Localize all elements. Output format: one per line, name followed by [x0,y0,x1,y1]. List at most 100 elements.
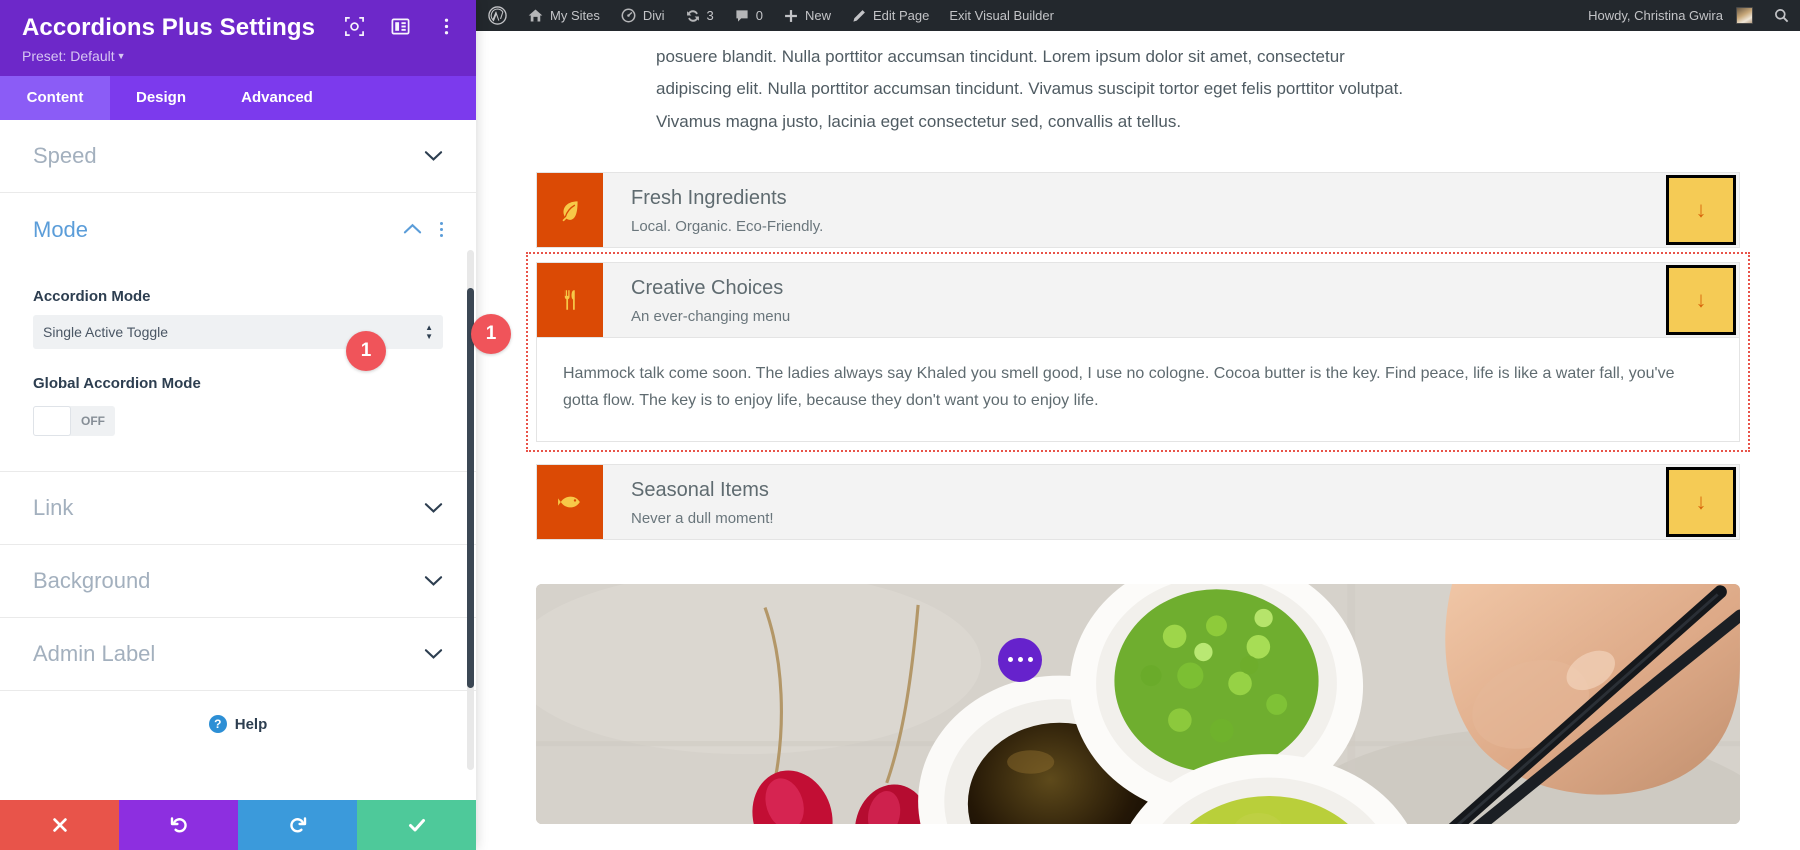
plus-icon [783,8,799,24]
adminbar-label-divi: Divi [642,8,665,23]
section-speed[interactable]: Speed [0,120,476,193]
section-admin-label[interactable]: Admin Label [0,618,476,691]
adminbar-item-new[interactable]: New [773,0,841,31]
toggle-state-label: OFF [81,414,105,428]
redo-button[interactable] [238,800,357,850]
search-icon [1773,7,1790,24]
panel-header: Accordions Plus Settings Preset: Default… [0,0,476,76]
global-accordion-mode-toggle[interactable]: OFF [33,406,115,436]
updates-icon [685,8,701,24]
accordion-header[interactable]: Seasonal Items Never a dull moment! ↓ [536,463,1740,540]
accordion-item-seasonal-items: Seasonal Items Never a dull moment! ↓ [536,463,1740,540]
section-link[interactable]: Link [0,472,476,545]
accordion-title: Seasonal Items [631,478,769,501]
adminbar-label-new: New [804,8,831,23]
chevron-down-icon [424,573,443,590]
more-options-icon[interactable] [998,637,1042,682]
accordion-header-texts: Seasonal Items Never a dull moment! [603,465,1666,539]
intro-line-1: posuere blandit. Nulla porttitor accumsa… [656,47,1345,66]
chevron-up-icon[interactable] [403,221,422,238]
layout-panel-icon[interactable] [390,16,412,38]
accordion-toggle-button[interactable]: ↓ [1666,174,1736,245]
section-admin-label-label: Admin Label [33,641,156,666]
tab-content[interactable]: Content [0,76,110,120]
accordion-item-fresh-ingredients: Fresh Ingredients Local. Organic. Eco-Fr… [536,171,1740,248]
adminbar-label-edit-page: Edit Page [873,8,930,23]
hero-image [536,583,1740,824]
app-root: My Sites Divi 3 0 New Edit Page Exit Vis… [0,0,1800,850]
section-mode-controls [403,221,443,238]
food-photo [536,583,1740,824]
cancel-button[interactable] [0,800,119,850]
adminbar-item-search[interactable] [1763,0,1800,31]
adminbar-item-account[interactable]: Howdy, Christina Gwira [1578,0,1763,31]
adminbar-howdy-label: Howdy, Christina Gwira [1588,8,1723,23]
section-link-label: Link [33,495,74,520]
section-options-kebab-icon[interactable] [440,222,443,237]
accordion-title: Creative Choices [631,276,784,299]
accordion-header[interactable]: Fresh Ingredients Local. Organic. Eco-Fr… [536,171,1740,248]
adminbar-item-divi[interactable]: Divi [610,0,675,31]
save-button[interactable] [357,800,476,850]
undo-button[interactable] [119,800,238,850]
toggle-knob [33,406,71,436]
adminbar-item-comments[interactable]: 0 [724,0,773,31]
section-mode-body: Accordion Mode Single Active Toggle ▲ ▼ G… [0,266,476,472]
avatar [1736,7,1753,24]
section-mode[interactable]: Mode [0,193,476,266]
chevron-down-icon: ▼ [116,51,126,61]
section-background[interactable]: Background [0,545,476,618]
fullscreen-icon[interactable] [344,16,366,38]
adminbar-label-comments: 0 [755,8,763,23]
accordion-subtitle: Local. Organic. Eco-Friendly. [631,217,824,235]
accordion-toggle-button[interactable]: ↓ [1666,264,1736,335]
accordion-title: Fresh Ingredients [631,186,787,209]
section-background-label: Background [33,568,151,593]
accordion-module: Fresh Ingredients Local. Organic. Eco-Fr… [476,138,1800,540]
cutlery-icon [537,262,603,337]
tab-advanced[interactable]: Advanced [212,76,342,120]
leaf-icon [537,172,603,247]
intro-line-2: adipiscing elit. Nulla porttitor accumsa… [656,79,1404,99]
panel-header-icons [344,16,458,38]
help-link[interactable]: ? Help [0,691,476,751]
accordion-body: Hammock talk come soon. The ladies alway… [536,337,1740,442]
accordion-header-texts: Creative Choices An ever-changing menu [603,263,1666,337]
panel-tabs: Content Design Advanced [0,76,476,120]
panel-scrollbar-thumb[interactable] [467,288,474,688]
chevron-down-icon [424,500,443,517]
dot [1027,657,1033,663]
help-label: Help [234,715,268,733]
adminbar-label-updates: 3 [706,8,714,23]
adminbar-item-my-sites[interactable]: My Sites [517,0,610,31]
accordion-subtitle: An ever-changing menu [631,307,791,325]
select-stepper-icon: ▲ ▼ [425,323,433,341]
preset-selector[interactable]: Preset: Default ▼ [22,48,454,64]
accordion-toggle-button[interactable]: ↓ [1666,466,1736,537]
adminbar-item-wordpress[interactable] [476,0,517,31]
tab-design[interactable]: Design [110,76,212,120]
adminbar-item-exit-visual-builder[interactable]: Exit Visual Builder [939,0,1064,31]
adminbar-item-updates[interactable]: 3 [675,0,724,31]
section-mode-label: Mode [33,216,89,242]
accordion-header-texts: Fresh Ingredients Local. Organic. Eco-Fr… [603,173,1666,247]
chevron-down-icon [424,148,443,165]
panel-footer [0,800,476,850]
section-speed-label: Speed [33,143,97,168]
wp-admin-bar: My Sites Divi 3 0 New Edit Page Exit Vis… [476,0,1800,31]
preset-label: Preset: Default [22,48,115,64]
pencil-icon [851,8,867,24]
accordion-mode-label: Accordion Mode [33,288,151,305]
accordion-mode-value: Single Active Toggle [43,324,169,340]
accordion-item-creative-choices: Creative Choices An ever-changing menu ↓… [526,251,1750,452]
dot [1007,657,1013,663]
comment-icon [734,8,750,24]
adminbar-item-edit-page[interactable]: Edit Page [841,0,939,31]
adminbar-label-exit-visual-builder: Exit Visual Builder [949,8,1054,23]
kebab-menu-icon[interactable] [436,16,458,38]
adminbar-label-my-sites: My Sites [550,8,600,23]
panel-body: Speed Mode Accordion Mode Single Active … [0,120,476,800]
intro-line-3: Vivamus magna justo, lacinia eget consec… [656,111,1182,131]
accordion-header[interactable]: Creative Choices An ever-changing menu ↓ [536,261,1740,338]
dashboard-icon [620,7,637,24]
